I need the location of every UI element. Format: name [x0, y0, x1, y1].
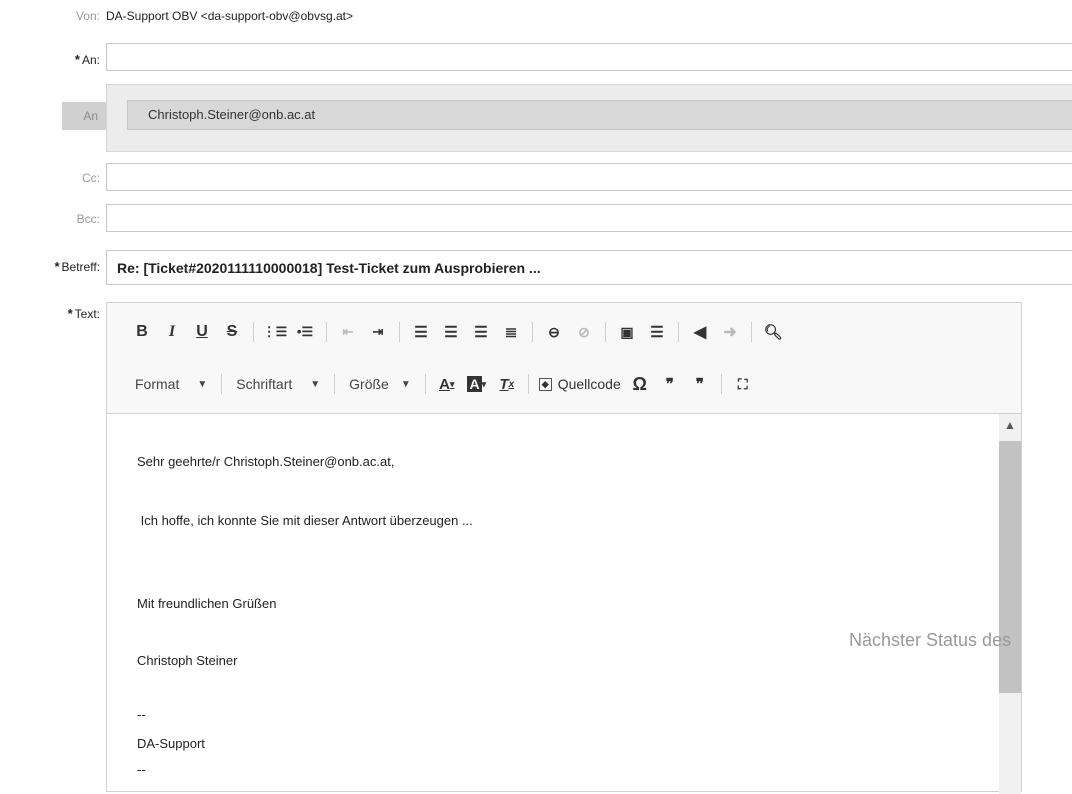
scroll-up-icon[interactable]: ▲ — [1004, 418, 1016, 432]
from-value: DA-Support OBV <da-support-obv@obvsg.at> — [106, 9, 353, 23]
redo-icon[interactable]: ➜ — [715, 319, 745, 345]
recipient-chip[interactable]: Christoph.Steiner@onb.ac.at — [127, 100, 1072, 130]
horizontal-rule-icon[interactable]: ☰ — [642, 319, 672, 345]
bold-icon[interactable]: B — [127, 319, 157, 345]
outdent-icon[interactable]: ⇤ — [333, 319, 363, 345]
cc-label: Cc: — [82, 171, 100, 185]
editor-scrollbar[interactable]: ▲ — [999, 414, 1021, 794]
to-label: * An: — [0, 52, 100, 67]
italic-icon[interactable]: I — [157, 319, 187, 345]
to-input[interactable] — [106, 43, 1072, 71]
image-icon[interactable]: ▣ — [612, 319, 642, 345]
editor-content[interactable]: Sehr geehrte/r Christoph.Steiner@onb.ac.… — [107, 414, 997, 794]
subject-input[interactable]: Re: [Ticket#2020111110000018] Test-Ticke… — [106, 250, 1072, 285]
text-label: * Text: — [0, 306, 100, 321]
cc-input[interactable] — [106, 163, 1072, 191]
body-line: Christoph Steiner — [137, 653, 238, 668]
recipient-type-tag[interactable]: An — [62, 102, 106, 130]
text-label-text: Text: — [74, 307, 100, 321]
font-dropdown[interactable]: Schriftart ▼ — [228, 371, 328, 397]
bcc-label: Bcc: — [76, 212, 100, 226]
format-dropdown[interactable]: Format ▼ — [127, 371, 215, 397]
indent-icon[interactable]: ⇥ — [363, 319, 393, 345]
subject-label: * Betreff: — [0, 259, 100, 274]
background-color-icon[interactable]: A ▾ — [462, 371, 492, 397]
bcc-input[interactable] — [106, 204, 1072, 232]
next-status-label: Nächster Status des — [849, 630, 1012, 650]
align-right-icon[interactable]: ☰ — [466, 319, 496, 345]
underline-icon[interactable]: U — [187, 319, 217, 345]
rich-text-editor: B I U S ⋮☰ •☰ ⇤ ⇥ ☰ ☰ ☰ ≣ ⊖ ⊘ ▣ ☰ ◀ ➜ 🔍︎ — [106, 302, 1022, 794]
body-line: DA-Support — [137, 736, 205, 751]
required-star: * — [74, 52, 80, 67]
text-color-icon[interactable]: A ▾ — [432, 371, 462, 397]
justify-icon[interactable]: ≣ — [496, 319, 526, 345]
body-line: -- — [137, 707, 146, 722]
link-icon[interactable]: ⊖ — [539, 319, 569, 345]
required-star: * — [67, 306, 73, 321]
source-icon: ◆ — [538, 377, 552, 391]
required-star: * — [54, 259, 60, 274]
align-center-icon[interactable]: ☰ — [436, 319, 466, 345]
subject-label-text: Betreff: — [61, 260, 100, 274]
size-dropdown[interactable]: Größe ▼ — [341, 371, 419, 397]
editor-toolbar: B I U S ⋮☰ •☰ ⇤ ⇥ ☰ ☰ ☰ ≣ ⊖ ⊘ ▣ ☰ ◀ ➜ 🔍︎ — [107, 303, 1021, 414]
to-label-text: An: — [81, 53, 100, 67]
font-label: Schriftart — [236, 376, 293, 392]
search-icon[interactable]: 🔍︎ — [758, 319, 788, 345]
special-char-icon[interactable]: Ω — [625, 371, 655, 397]
from-label: Von: — [75, 9, 100, 23]
body-line: Ich hoffe, ich konnte Sie mit dieser Ant… — [137, 513, 473, 528]
recipient-address: Christoph.Steiner@onb.ac.at — [148, 107, 316, 122]
unlink-icon[interactable]: ⊘ — [569, 319, 599, 345]
chevron-down-icon: ▼ — [400, 378, 411, 390]
strikethrough-icon[interactable]: S — [217, 319, 247, 345]
align-left-icon[interactable]: ☰ — [406, 319, 436, 345]
chevron-down-icon: ▼ — [310, 378, 321, 390]
chevron-down-icon: ▼ — [197, 378, 208, 390]
remove-format-icon[interactable]: Tx — [492, 371, 522, 397]
source-button[interactable]: ◆ Quellcode — [535, 371, 625, 397]
numbered-list-icon[interactable]: ⋮☰ — [260, 319, 290, 345]
source-label: Quellcode — [557, 376, 621, 392]
body-line: Mit freundlichen Grüßen — [137, 596, 277, 611]
bulleted-list-icon[interactable]: •☰ — [290, 319, 320, 345]
blockquote-icon[interactable]: ❞ — [655, 371, 685, 397]
body-line: -- — [137, 762, 146, 777]
size-label: Größe — [349, 376, 389, 392]
scrollbar-thumb[interactable] — [999, 441, 1021, 693]
format-label: Format — [135, 376, 180, 392]
body-line: Sehr geehrte/r Christoph.Steiner@onb.ac.… — [137, 454, 395, 469]
remove-blockquote-icon[interactable]: ❞ — [685, 371, 715, 397]
undo-icon[interactable]: ◀ — [685, 319, 715, 345]
recipient-list: Christoph.Steiner@onb.ac.at — [106, 84, 1072, 152]
maximize-icon[interactable]: ⛶ — [728, 371, 758, 397]
